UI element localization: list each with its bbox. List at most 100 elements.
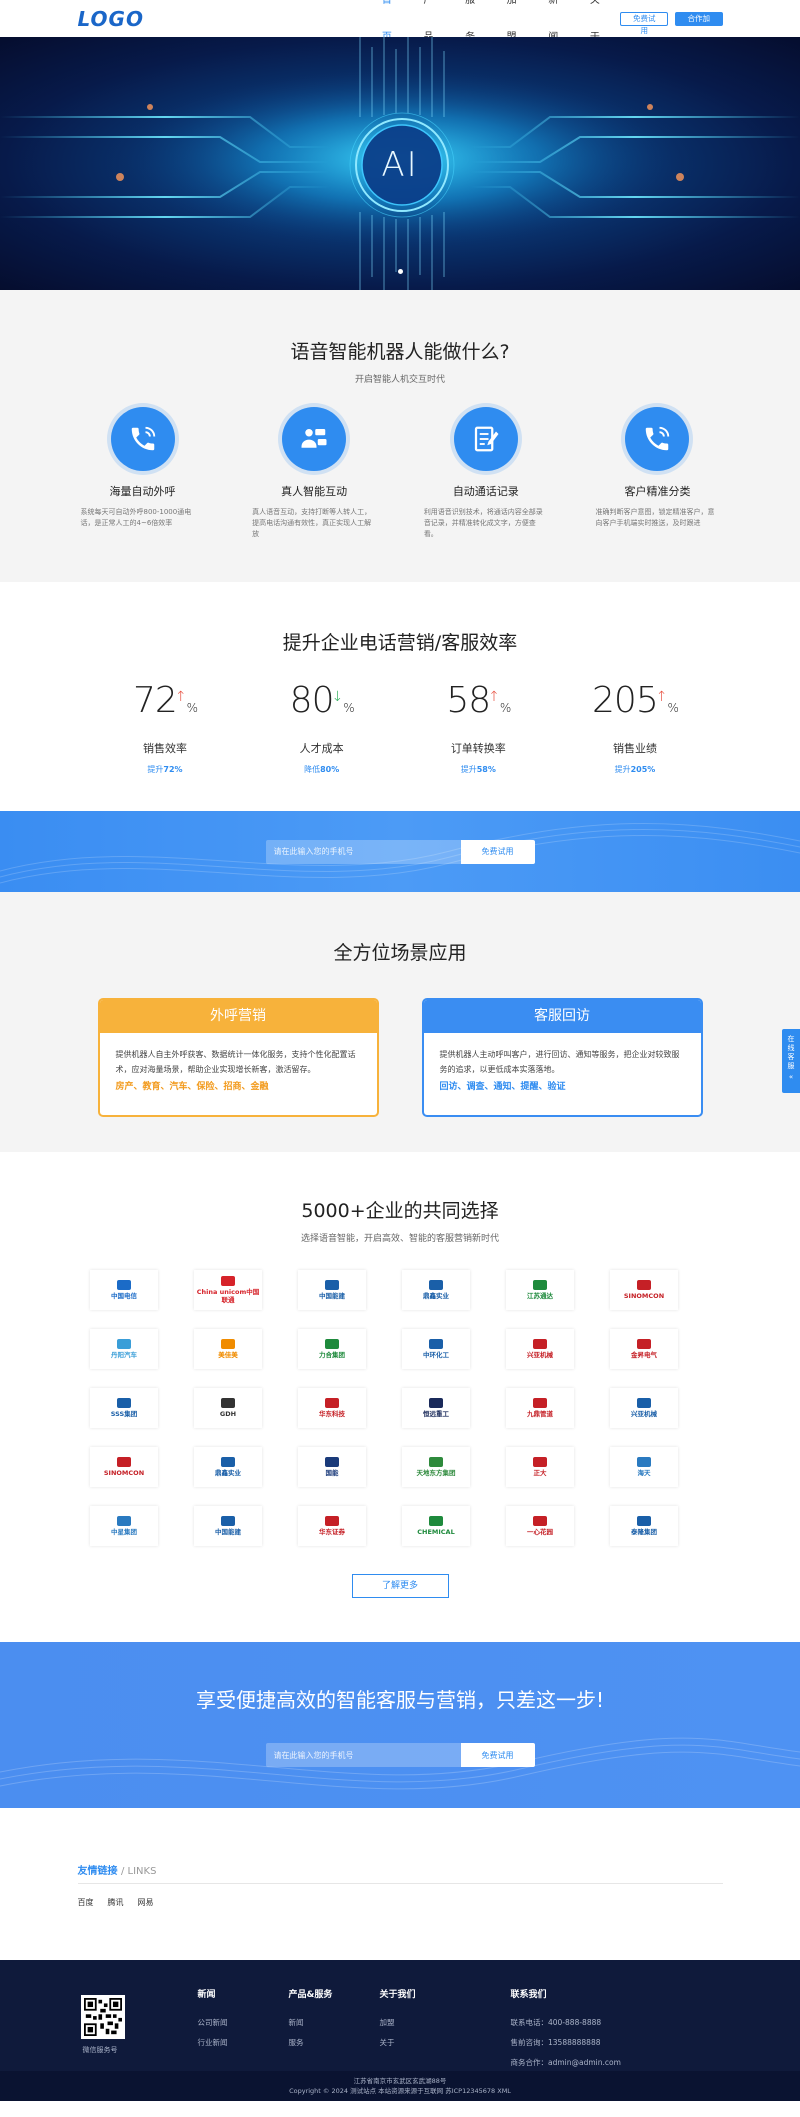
- client-logo-name: 中国能建: [215, 1528, 241, 1536]
- carousel-dot[interactable]: [398, 269, 403, 274]
- client-logo-name: 天地东方集团: [416, 1469, 456, 1477]
- client-logo-mark-icon: [533, 1516, 547, 1526]
- free-trial-submit-button[interactable]: 免费试用: [460, 1743, 535, 1767]
- client-logo-name: 丹阳汽车: [111, 1351, 137, 1359]
- footer-link[interactable]: 新闻: [289, 2017, 380, 2028]
- link-item[interactable]: 网易: [138, 1897, 154, 1908]
- qr-code-icon: [83, 1998, 122, 2036]
- footer-col-about: 关于我们 加盟 关于: [380, 1987, 471, 2068]
- hero-banner: AI: [0, 37, 800, 290]
- client-logo: 恒远重工: [402, 1388, 470, 1428]
- stats-section: 提升企业电话营销/客服效率 72↑% 销售效率 提升72% 80↓% 人才成本 …: [0, 582, 800, 811]
- client-logo-name: 中国电信: [111, 1292, 137, 1300]
- footer-link[interactable]: 公司新闻: [198, 2017, 289, 2028]
- stat-sub-prefix: 提升: [614, 765, 631, 774]
- copyright-bar: 江苏省南京市玄武区玄武湖88号 Copyright © 2024 测试站点 本站…: [0, 2071, 800, 2101]
- footer-link[interactable]: 行业新闻: [198, 2037, 289, 2048]
- abilities-subtitle: 开启智能人机交互时代: [354, 375, 445, 385]
- client-logo: 中国电信: [90, 1270, 158, 1310]
- client-logo-name: 鼎鑫实业: [215, 1469, 241, 1477]
- phone-input[interactable]: [265, 1743, 461, 1767]
- link-item[interactable]: 百度: [78, 1897, 94, 1908]
- client-logo-mark-icon: [533, 1280, 547, 1290]
- ability-title: 真人智能互动: [281, 485, 348, 498]
- client-logo-name: GDH: [219, 1410, 237, 1418]
- client-logo-name: 兴亚机械: [527, 1351, 553, 1359]
- signup-band: 享受便捷高效的智能客服与营销，只差这一步! 免费试用: [0, 1642, 800, 1808]
- footer-col-title: 产品&服务: [288, 1990, 333, 2000]
- client-logo-mark-icon: [221, 1516, 235, 1526]
- logo[interactable]: LOGO: [78, 7, 251, 31]
- scene-card-outbound[interactable]: 外呼营销 提供机器人自主外呼获客、数据统计一体化服务，支持个性化配置话术，应对海…: [97, 998, 379, 1117]
- online-service-tab[interactable]: 在线客服 «: [782, 1029, 800, 1093]
- client-logo: 一心花园: [506, 1506, 574, 1546]
- client-logo: 正大: [506, 1447, 574, 1487]
- contact-phone: 联系电话：400-888-8888: [510, 2018, 602, 2027]
- stat-item: 205↑% 销售业绩 提升205%: [570, 681, 700, 775]
- client-logo-name: SINOMCON: [623, 1292, 665, 1300]
- scenes-title: 全方位场景应用: [333, 942, 467, 964]
- stat-label: 销售效率: [143, 742, 187, 755]
- client-logo: CHEMICAL: [402, 1506, 470, 1546]
- client-logo-mark-icon: [221, 1276, 235, 1286]
- client-logo: 中国能建: [194, 1506, 262, 1546]
- client-logo-name: 力合集团: [319, 1351, 345, 1359]
- client-logo-mark-icon: [429, 1280, 443, 1290]
- client-logo: 天地东方集团: [402, 1447, 470, 1487]
- client-logo-mark-icon: [325, 1516, 339, 1526]
- clients-subtitle: 选择语音智能，开启高效、智能的客服营销新时代: [300, 1234, 499, 1244]
- client-logo-mark-icon: [533, 1457, 547, 1467]
- scene-card-followup[interactable]: 客服回访 提供机器人主动呼叫客户，进行回访、通知等服务，把企业对较致服务的追求，…: [421, 998, 703, 1117]
- client-logo-mark-icon: [325, 1339, 339, 1349]
- link-item[interactable]: 腾讯: [108, 1897, 124, 1908]
- client-logo: 力合集团: [298, 1329, 366, 1369]
- links-title-cn: 友情链接: [77, 1866, 118, 1877]
- client-logo-name: China unicom中国联通: [196, 1288, 260, 1304]
- contact-presales: 售前咨询：13588888888: [510, 2038, 601, 2047]
- stat-sub-value: 80%: [320, 765, 340, 774]
- client-logo-name: 鼎鑫实业: [423, 1292, 449, 1300]
- client-logo-name: 华东证券: [319, 1528, 345, 1536]
- copyright-text: Copyright © 2024 测试站点 本站资源来源于互联网 苏ICP123…: [289, 2087, 511, 2095]
- client-logo-name: 正大: [533, 1469, 547, 1477]
- ability-item: 真人智能互动 真人语音互动，支持打断等人转人工，提高电话沟通有效性，真正实现人工…: [249, 407, 379, 540]
- stat-item: 72↑% 销售效率 提升72%: [100, 681, 230, 775]
- stat-number: 58: [446, 680, 491, 721]
- free-trial-button[interactable]: 免费试用: [620, 11, 668, 35]
- client-logo: SINOMCON: [90, 1447, 158, 1487]
- client-logo-mark-icon: [637, 1516, 651, 1526]
- client-logo-name: 泰隆集团: [631, 1528, 657, 1536]
- client-logo-mark-icon: [117, 1339, 131, 1349]
- footer-link[interactable]: 加盟: [380, 2017, 471, 2028]
- footer-col-products: 产品&服务 新闻 服务: [289, 1987, 380, 2068]
- phone-icon: [110, 407, 175, 471]
- client-logo: SINOMCON: [610, 1270, 678, 1310]
- client-logo-mark-icon: [117, 1457, 131, 1467]
- arrow-up-icon: ↑: [655, 689, 668, 705]
- learn-more-button[interactable]: 了解更多: [351, 1574, 449, 1598]
- client-logo-mark-icon: [533, 1398, 547, 1408]
- free-trial-submit-button[interactable]: 免费试用: [460, 839, 535, 864]
- footer-link[interactable]: 服务: [289, 2037, 380, 2048]
- client-logo-mark-icon: [221, 1398, 235, 1408]
- footer-address: 江苏省南京市玄武区玄武湖88号: [353, 2077, 447, 2085]
- header: LOGO 首页 产品 服务 加盟 新闻 关于 免费试用 合作加盟: [0, 0, 800, 43]
- phone-input[interactable]: [265, 839, 461, 864]
- phone-icon: [625, 407, 690, 471]
- qr-code: [80, 1995, 125, 2039]
- client-logo-mark-icon: [429, 1398, 443, 1408]
- footer-link[interactable]: 关于: [380, 2037, 471, 2048]
- ability-title: 自动通话记录: [452, 485, 519, 498]
- arrow-up-icon: ↑: [488, 689, 500, 705]
- client-logo-name: 金昇电气: [631, 1351, 657, 1359]
- stat-unit: %: [343, 701, 354, 715]
- client-logo-mark-icon: [637, 1398, 651, 1408]
- join-button[interactable]: 合作加盟: [674, 11, 723, 35]
- client-logo: 中环化工: [402, 1329, 470, 1369]
- client-logo-grid: 中国电信 China unicom中国联通 中国能建 鼎鑫实业 江苏通达 SINOMCON…: [90, 1270, 710, 1546]
- stat-item: 58↑% 订单转换率 提升58%: [413, 681, 543, 775]
- client-logo-name: 中星集团: [111, 1528, 137, 1536]
- client-logo: 丹阳汽车: [90, 1329, 158, 1369]
- footer-col-title: 新闻: [197, 1990, 216, 2000]
- ability-desc: 准确判断客户意图，锁定精准客户，意向客户手机端实时推送，及时跟进: [595, 508, 715, 527]
